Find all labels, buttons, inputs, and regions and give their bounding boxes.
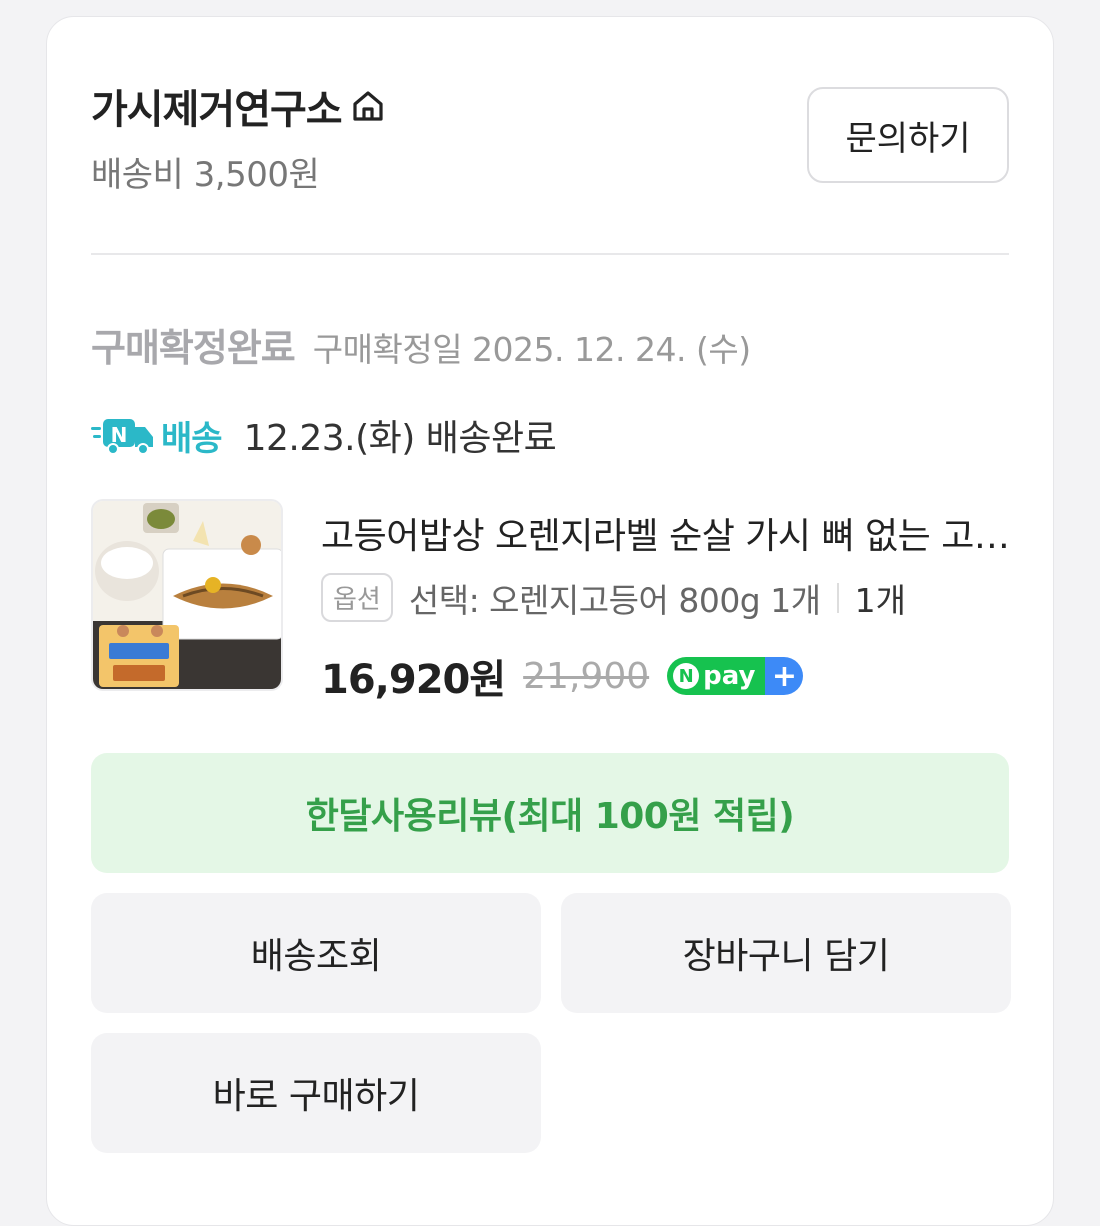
delivery-text: 12.23.(화) 배송완료	[243, 418, 557, 459]
track-delivery-button[interactable]: 배송조회	[91, 893, 541, 1013]
shipping-fee: 배송비 3,500원	[91, 155, 320, 195]
buy-now-button[interactable]: 바로 구매하기	[91, 1033, 541, 1153]
product-name[interactable]: 고등어밥상 오렌지라벨 순살 가시 뼈 없는 고등어	[321, 507, 1021, 559]
home-icon	[353, 91, 383, 121]
option-text: 선택: 오렌지고등어 800g 1개	[408, 580, 821, 620]
svg-text:N: N	[111, 423, 128, 447]
product-option: 옵션 선택: 오렌지고등어 800g 1개 1개	[321, 573, 906, 622]
product-image	[93, 501, 281, 689]
order-status: 구매확정완료 구매확정일 2025. 12. 24. (수)	[91, 317, 751, 372]
price-row: 16,920원 21,900 N pay +	[321, 647, 804, 705]
n-delivery-badge: N 배송	[91, 411, 223, 460]
delivery-truck-icon: N	[91, 419, 153, 455]
plus-icon: +	[765, 657, 804, 695]
status-date: 구매확정일 2025. 12. 24. (수)	[312, 330, 751, 369]
sale-price: 16,920원	[321, 657, 506, 703]
delivery-status: N 배송 12.23.(화) 배송완료	[91, 409, 557, 461]
order-card: 가시제거연구소 배송비 3,500원 문의하기 구매확정완료 구매확정일 202…	[46, 16, 1054, 1226]
store-name[interactable]: 가시제거연구소	[91, 77, 343, 135]
original-price: 21,900	[523, 655, 650, 697]
option-separator	[836, 582, 839, 613]
npay-left: N pay	[667, 657, 766, 695]
npay-plus-badge: N pay +	[667, 657, 804, 695]
add-to-cart-button[interactable]: 장바구니 담기	[561, 893, 1011, 1013]
npay-n-icon: N	[673, 663, 700, 689]
badge-label: 배송	[161, 418, 223, 459]
option-tag: 옵션	[321, 573, 393, 622]
status-title: 구매확정완료	[91, 326, 296, 370]
store-header[interactable]: 가시제거연구소	[91, 77, 386, 135]
inquiry-button[interactable]: 문의하기	[807, 87, 1009, 183]
divider	[91, 253, 1009, 255]
review-button[interactable]: 한달사용리뷰(최대 100원 적립)	[91, 753, 1009, 873]
option-quantity: 1개	[854, 580, 906, 620]
product-thumbnail[interactable]	[91, 499, 283, 691]
npay-label: pay	[703, 661, 756, 691]
